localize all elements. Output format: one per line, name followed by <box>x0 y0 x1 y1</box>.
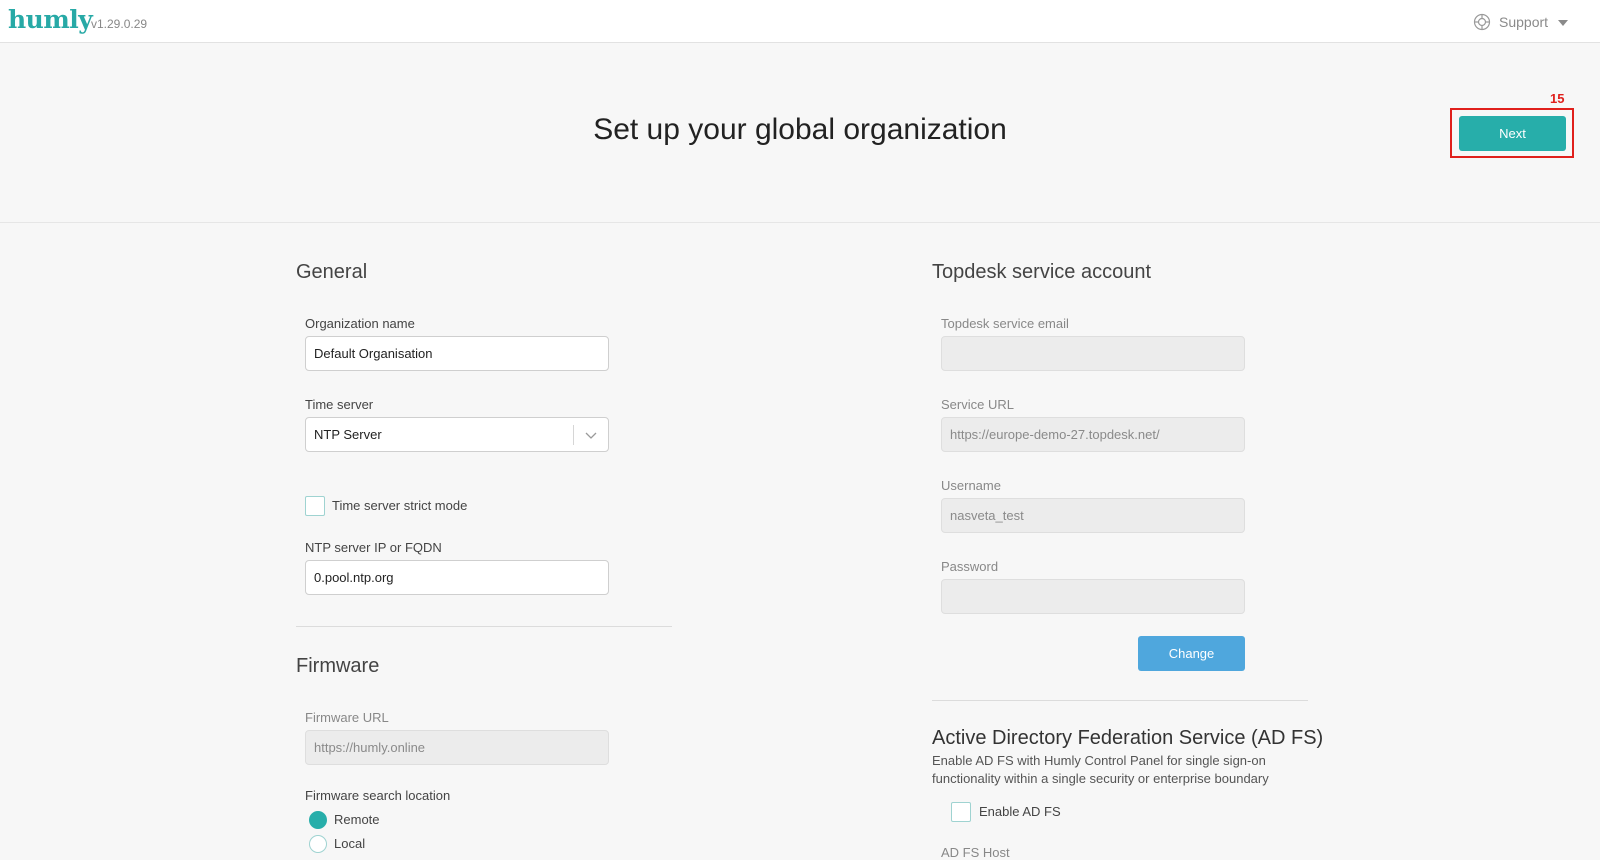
section-divider <box>932 700 1308 701</box>
time-server-select[interactable]: NTP Server <box>305 417 609 452</box>
version-label: v1.29.0.29 <box>91 17 148 31</box>
username-value: nasveta_test <box>950 508 1024 523</box>
humly-logo[interactable]: humly <box>8 5 93 34</box>
caret-down-icon <box>1558 20 1569 26</box>
firmware-section-title: Firmware <box>296 655 380 677</box>
section-divider <box>296 626 672 627</box>
org-name-value: Default Organisation <box>314 346 433 361</box>
top-bar: humly v1.29.0.29 Support <box>0 0 1600 43</box>
change-button[interactable]: Change <box>1138 636 1245 671</box>
chevron-down-icon <box>585 432 597 439</box>
next-button[interactable]: Next <box>1459 116 1566 151</box>
strict-mode-label: Time server strict mode <box>332 498 468 513</box>
username-label: Username <box>941 478 1001 493</box>
topdesk-email-input <box>941 336 1245 371</box>
topdesk-email-label: Topdesk service email <box>941 316 1069 331</box>
radio-remote-label: Remote <box>334 812 380 827</box>
enable-adfs-checkbox[interactable] <box>951 802 971 822</box>
username-input: nasveta_test <box>941 498 1245 533</box>
enable-adfs-label: Enable AD FS <box>979 804 1061 819</box>
firmware-search-location-label: Firmware search location <box>305 788 451 803</box>
service-url-value: https://europe-demo-27.topdesk.net/ <box>950 427 1160 442</box>
time-server-value: NTP Server <box>314 427 382 442</box>
support-icon <box>1473 13 1491 31</box>
hero-header: Set up your global organization 15 Next <box>0 43 1600 223</box>
ntp-server-label: NTP server IP or FQDN <box>305 540 442 555</box>
ntp-server-value: 0.pool.ntp.org <box>314 570 394 585</box>
support-menu[interactable]: Support <box>1473 11 1569 33</box>
ntp-server-input[interactable]: 0.pool.ntp.org <box>305 560 609 595</box>
service-url-input: https://europe-demo-27.topdesk.net/ <box>941 417 1245 452</box>
topdesk-section-title: Topdesk service account <box>932 261 1152 283</box>
org-name-input[interactable]: Default Organisation <box>305 336 609 371</box>
adfs-description: Enable AD FS with Humly Control Panel fo… <box>932 753 1269 786</box>
general-section-title: General <box>296 261 368 283</box>
firmware-url-label: Firmware URL <box>305 710 389 725</box>
firmware-url-input: https://humly.online <box>305 730 609 765</box>
firmware-url-value: https://humly.online <box>314 740 426 755</box>
strict-mode-checkbox[interactable] <box>305 496 325 516</box>
support-label: Support <box>1499 14 1549 30</box>
adfs-section-title: Active Directory Federation Service (AD … <box>932 727 1324 749</box>
org-name-label: Organization name <box>305 316 415 331</box>
annotation-number: 15 <box>1550 91 1565 106</box>
page-title: Set up your global organization <box>593 113 1007 146</box>
radio-local[interactable] <box>309 835 327 853</box>
password-label: Password <box>941 559 999 574</box>
select-separator <box>573 425 574 445</box>
service-url-label: Service URL <box>941 397 1014 412</box>
radio-local-label: Local <box>334 836 366 851</box>
time-server-label: Time server <box>305 397 374 412</box>
adfs-host-label: AD FS Host <box>941 845 1010 860</box>
password-input <box>941 579 1245 614</box>
radio-remote[interactable] <box>309 811 327 829</box>
